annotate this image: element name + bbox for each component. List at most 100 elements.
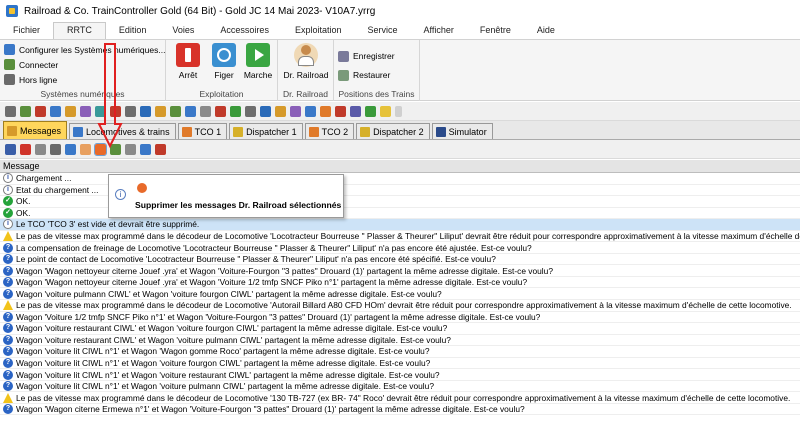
restore-positions-button[interactable]: Restaurer <box>334 66 419 84</box>
message-row[interactable]: ? Wagon 'voiture lit CIWL n°1' et Wagon '… <box>0 346 800 358</box>
message-row[interactable]: ? Wagon 'Wagon nettoyeur citerne Jouef .y… <box>0 277 800 289</box>
edit-icon[interactable] <box>50 143 61 155</box>
tool-icon[interactable] <box>125 105 136 117</box>
plug-icon <box>4 59 15 70</box>
locomotive-icon[interactable] <box>140 105 151 117</box>
connect-button[interactable]: Connecter <box>0 57 165 72</box>
menu-fichier[interactable]: Fichier <box>0 23 53 39</box>
arrow-right-icon[interactable] <box>65 143 76 155</box>
message-row[interactable]: ? Wagon 'Voiture 1/2 tmfp SNCF Piko n°1' … <box>0 311 800 324</box>
menu-exploitation[interactable]: Exploitation <box>282 23 355 39</box>
message-row[interactable]: ? La compensation de freinage de Locomoti… <box>0 242 800 254</box>
delete-icon[interactable] <box>20 143 31 155</box>
message-row[interactable]: ? Le point de contact de Locomotive 'Loco… <box>0 254 800 266</box>
warning-icon <box>3 392 13 403</box>
stop-icon[interactable] <box>35 105 46 117</box>
pause-icon[interactable] <box>245 105 256 117</box>
positions-group-label: Positions des Trains <box>338 89 415 99</box>
grid-icon[interactable] <box>200 105 211 117</box>
offline-button[interactable]: Hors ligne <box>0 72 165 87</box>
menu-service[interactable]: Service <box>354 23 410 39</box>
message-row[interactable]: ? Wagon 'voiture restaurant CIWL' et Wago… <box>0 323 800 335</box>
snowflake-icon <box>212 43 236 67</box>
alert-icon[interactable] <box>335 105 346 117</box>
info-icon: i <box>3 184 13 195</box>
camera-icon[interactable] <box>350 105 361 117</box>
dr-railroad-icon[interactable] <box>80 143 91 155</box>
tab-simulator[interactable]: Simulator <box>431 123 493 139</box>
track-icon[interactable] <box>5 105 16 117</box>
copy-icon[interactable] <box>35 143 46 155</box>
monitor-icon[interactable] <box>305 105 316 117</box>
messages-icon <box>7 125 17 136</box>
question-icon: ? <box>3 323 13 334</box>
emergency-icon[interactable] <box>215 105 226 117</box>
simulator-icon <box>435 126 446 137</box>
menu-afficher[interactable]: Afficher <box>410 23 466 39</box>
tco-icon <box>181 126 192 137</box>
train-icon[interactable] <box>50 105 61 117</box>
info-icon: i <box>115 189 126 200</box>
clock-icon[interactable] <box>275 105 286 117</box>
tooltip: i Supprimer les messages Dr. Railroad sé… <box>108 174 344 218</box>
message-row[interactable]: ? Wagon 'voiture lit CIWL n°1' et Wagon '… <box>0 358 800 370</box>
tab-messages[interactable]: Messages <box>3 121 68 139</box>
tab-tco-2[interactable]: TCO 2 <box>304 123 355 139</box>
config-icon <box>4 44 15 55</box>
message-row[interactable]: ? Wagon 'voiture restaurant CIWL' et Wago… <box>0 334 800 347</box>
question-icon: ? <box>3 242 13 253</box>
run-button[interactable]: Marche <box>238 43 278 80</box>
message-row[interactable]: Le pas de vitesse max programmé dans le … <box>0 392 800 404</box>
power-icon[interactable] <box>365 105 376 117</box>
message-row[interactable]: ? Wagon 'Wagon nettoyeur citerne Jouef .y… <box>0 265 800 277</box>
menu-voies[interactable]: Voies <box>159 23 207 39</box>
route-icon[interactable] <box>155 105 166 117</box>
block-icon[interactable] <box>170 105 181 117</box>
filter-icon[interactable] <box>125 143 136 155</box>
menu-edition[interactable]: Edition <box>106 23 160 39</box>
message-row-selected[interactable]: i Le TCO 'TCO 3' est vide et devrait être… <box>0 219 800 231</box>
message-row[interactable]: ? Wagon 'voiture lit CIWL n°1' et Wagon '… <box>0 369 800 381</box>
menu-aide[interactable]: Aide <box>524 23 568 39</box>
message-row[interactable]: ? Wagon 'voiture lit CIWL n°1' et Wagon '… <box>0 381 800 393</box>
info-icon: i <box>3 173 13 184</box>
message-row[interactable]: ? Wagon 'voiture pulmann CIWL' et Wagon '… <box>0 288 800 301</box>
tab-dispatcher-2[interactable]: Dispatcher 2 <box>356 123 430 139</box>
zoom-icon[interactable] <box>260 105 271 117</box>
message-column-header[interactable]: Message <box>0 160 800 173</box>
dispatcher-icon <box>233 126 244 137</box>
dispatcher-icon <box>360 126 371 137</box>
clear-icon[interactable] <box>155 143 166 155</box>
dr-railroad-button[interactable]: Dr. Railroad <box>282 43 330 80</box>
save-icon[interactable] <box>5 143 16 155</box>
macro-icon[interactable] <box>290 105 301 117</box>
stop-button[interactable]: Arrêt <box>168 43 208 80</box>
tab-tco-1[interactable]: TCO 1 <box>177 123 228 139</box>
ok-check-icon: ✓ <box>3 207 13 218</box>
configure-systems-button[interactable]: Configurer les Systèmes numériques... <box>0 42 165 57</box>
message-row[interactable]: Le pas de vitesse max programmé dans le … <box>0 231 800 243</box>
dispatcher-icon[interactable] <box>65 105 76 117</box>
ribbon-group-drrailroad: Dr. Railroad Dr. Railroad <box>278 40 334 101</box>
app-icon <box>6 5 18 17</box>
dr-railroad-icon <box>137 183 147 193</box>
message-row[interactable]: Le pas de vitesse max programmé dans le … <box>0 300 800 312</box>
lightbulb-icon[interactable] <box>380 105 391 117</box>
schedule-icon[interactable] <box>80 105 91 117</box>
menu-accessoires[interactable]: Accessoires <box>207 23 282 39</box>
signal-icon[interactable] <box>20 105 31 117</box>
refresh-icon[interactable] <box>140 143 151 155</box>
question-icon: ? <box>3 381 13 392</box>
menu-rrtc[interactable]: RRTC <box>53 22 106 39</box>
play-icon[interactable] <box>230 105 241 117</box>
ribbon-group-positions: Enregistrer Restaurer Positions des Trai… <box>334 40 420 101</box>
sensor-icon[interactable] <box>185 105 196 117</box>
save-positions-button[interactable]: Enregistrer <box>334 46 419 66</box>
chevron-down-icon[interactable] <box>395 105 402 117</box>
tab-dispatcher-1[interactable]: Dispatcher 1 <box>229 123 303 139</box>
warning-icon <box>3 300 13 311</box>
menu-fenetre[interactable]: Fenêtre <box>467 23 524 39</box>
message-row[interactable]: ? Wagon 'Wagon citerne Ermewa n°1' et Wag… <box>0 404 800 416</box>
title-bar: Railroad & Co. TrainController Gold (64 … <box>0 0 800 22</box>
flag-icon[interactable] <box>320 105 331 117</box>
